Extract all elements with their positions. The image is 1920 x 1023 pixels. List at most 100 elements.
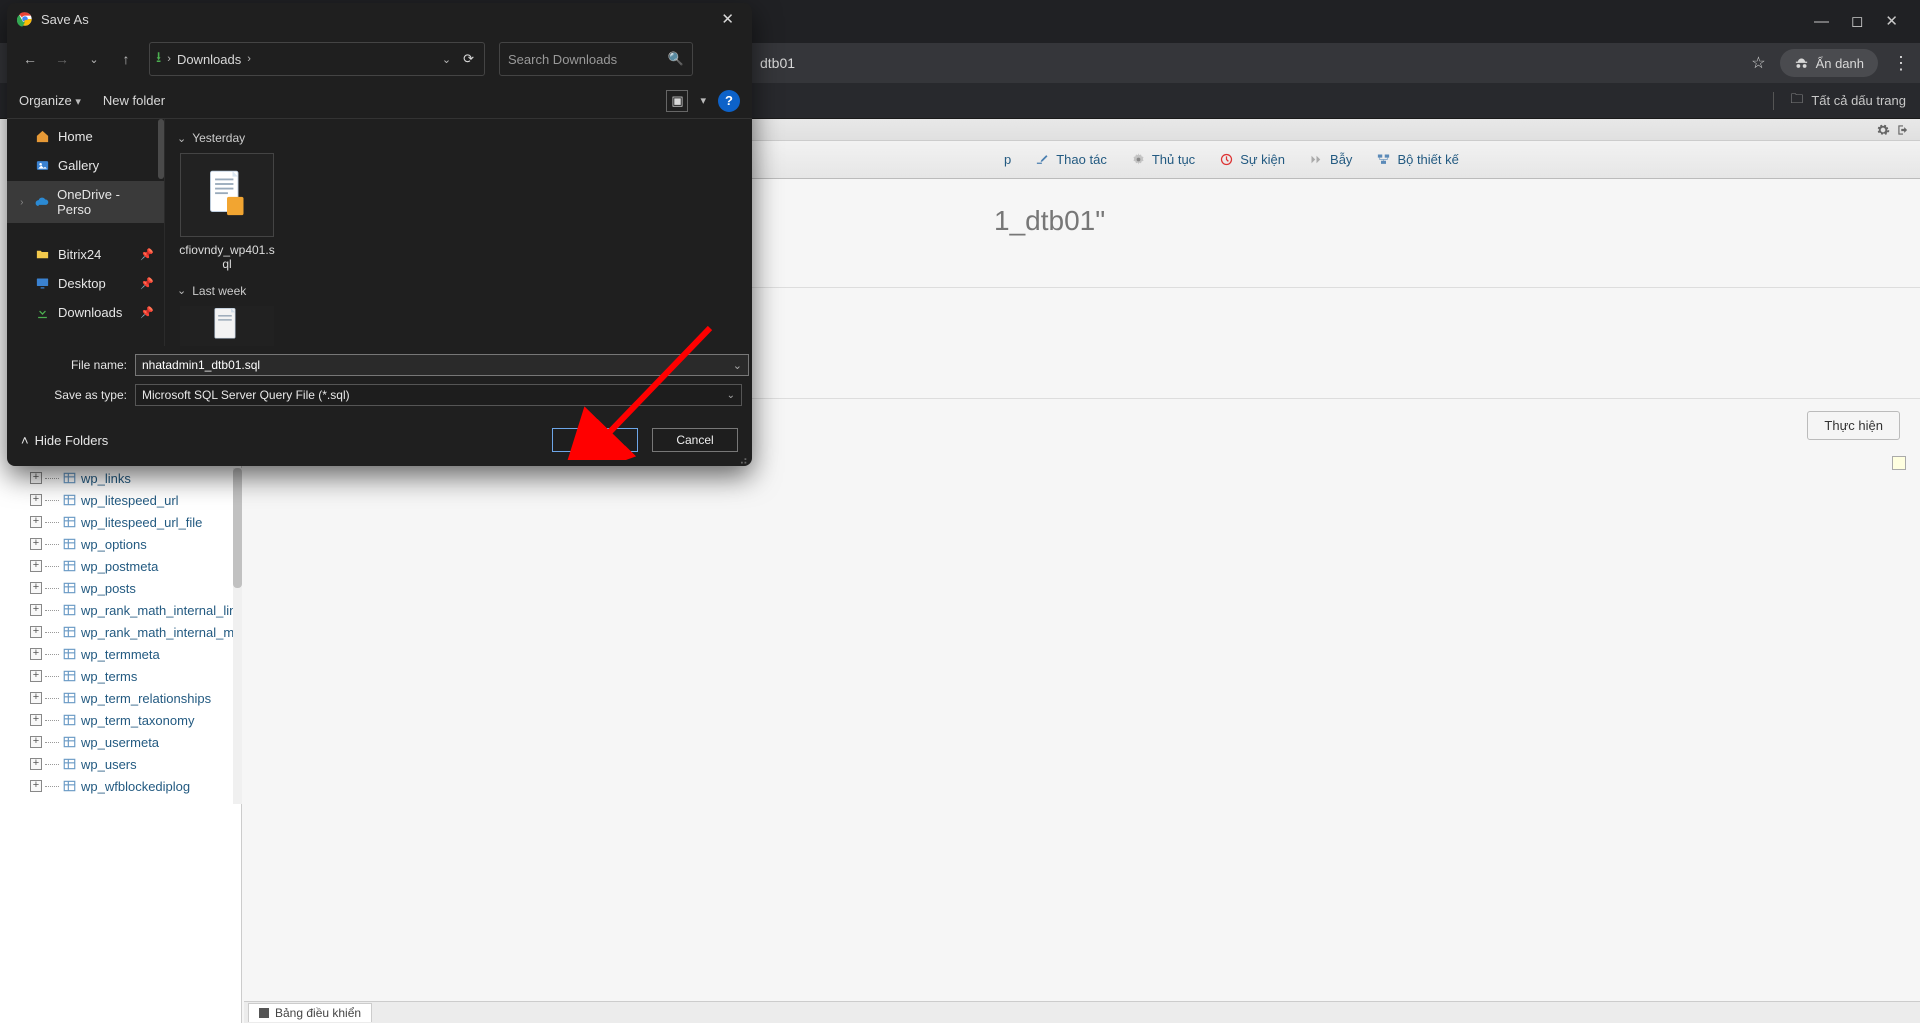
window-minimize-button[interactable]: — (1814, 14, 1829, 29)
expand-icon[interactable]: + (30, 626, 42, 638)
dialog-close-button[interactable]: ✕ (713, 6, 742, 32)
table-icon (62, 757, 77, 771)
sidebar-scroll-thumb[interactable] (158, 119, 164, 179)
db-tree[interactable]: + wp_links +wp_litespeed_url+wp_litespeed_… (0, 465, 241, 1023)
sidebar-scrollbar[interactable] (233, 468, 242, 804)
tab-su-kien[interactable]: Sự kiện (1209, 146, 1295, 173)
dialog-search-box[interactable]: Search Downloads 🔍 (499, 42, 693, 76)
table-name: wp_links (81, 471, 131, 486)
tab-partial[interactable]: p (994, 146, 1021, 173)
table-node[interactable]: + wp_links (4, 467, 241, 489)
nav-forward-button[interactable]: → (49, 51, 75, 67)
table-node[interactable]: +wp_litespeed_url_file (4, 511, 241, 533)
expand-icon[interactable]: + (30, 472, 42, 484)
table-node[interactable]: +wp_postmeta (4, 555, 241, 577)
window-maximize-button[interactable]: ◻ (1851, 14, 1863, 29)
table-icon (62, 647, 77, 661)
help-button[interactable]: ? (718, 90, 740, 112)
tab-thu-tuc[interactable]: Thủ tục (1121, 146, 1205, 173)
side-desktop[interactable]: Desktop 📌 (7, 270, 164, 297)
save-button[interactable]: Save (552, 428, 638, 452)
table-node[interactable]: +wp_options (4, 533, 241, 555)
breadcrumb-path[interactable]: ⭳ › Downloads › ⌄ ⟳ (149, 42, 485, 76)
expand-icon[interactable]: + (30, 692, 42, 704)
tab-bay[interactable]: Bẫy (1299, 146, 1362, 173)
expand-icon[interactable]: + (30, 538, 42, 550)
expand-icon[interactable]: + (30, 758, 42, 770)
expand-icon[interactable]: + (30, 604, 42, 616)
tab-thao-tac[interactable]: Thao tác (1025, 146, 1117, 173)
table-node[interactable]: +wp_termmeta (4, 643, 241, 665)
side-onedrive[interactable]: › OneDrive - Perso (7, 181, 164, 223)
refresh-button[interactable]: ⟳ (463, 51, 474, 67)
table-node[interactable]: +wp_posts (4, 577, 241, 599)
new-folder-button[interactable]: New folder (103, 93, 165, 108)
console-tab[interactable]: Bảng điều khiển (248, 1003, 372, 1022)
side-home[interactable]: Home (7, 123, 164, 150)
savetype-dropdown[interactable]: Microsoft SQL Server Query File (*.sql) … (135, 384, 742, 406)
bookmark-star-icon[interactable]: ☆ (1751, 53, 1765, 73)
table-node[interactable]: +wp_rank_math_internal_lin (4, 599, 241, 621)
table-icon (62, 603, 77, 617)
hide-folders-toggle[interactable]: ˄ Hide Folders (21, 433, 108, 448)
tab-bo-thiet-ke[interactable]: Bộ thiết kế (1366, 146, 1468, 173)
dialog-file-area[interactable]: ⌄ Yesterday cfiovndy_wp401.sql ⌄ Last we… (165, 119, 752, 346)
expand-icon[interactable]: + (30, 670, 42, 682)
expand-icon[interactable]: + (30, 560, 42, 572)
chevron-down-icon[interactable]: ▾ (700, 94, 706, 107)
browser-menu-button[interactable]: ⋮ (1892, 54, 1910, 72)
savetype-value: Microsoft SQL Server Query File (*.sql) (142, 388, 350, 402)
table-node[interactable]: +wp_term_taxonomy (4, 709, 241, 731)
table-node[interactable]: +wp_wfblockediplog (4, 775, 241, 797)
expand-icon[interactable]: + (30, 582, 42, 594)
table-icon (62, 713, 77, 727)
dialog-title: Save As (41, 12, 89, 27)
chevron-down-icon[interactable]: ⌄ (442, 53, 451, 66)
chrome-icon (17, 11, 33, 27)
incognito-icon (1794, 56, 1809, 71)
table-node[interactable]: +wp_usermeta (4, 731, 241, 753)
expand-icon[interactable]: + (30, 736, 42, 748)
expand-icon[interactable]: + (30, 494, 42, 506)
table-node[interactable]: +wp_users (4, 753, 241, 775)
table-node[interactable]: +wp_term_relationships (4, 687, 241, 709)
chevron-up-icon: ˄ (21, 433, 29, 448)
cancel-button[interactable]: Cancel (652, 428, 738, 452)
incognito-badge[interactable]: Ẩn danh (1780, 49, 1878, 77)
chevron-right-icon: › (167, 53, 171, 65)
gallery-icon (35, 158, 50, 173)
group-lastweek[interactable]: ⌄ Last week (177, 284, 742, 298)
table-icon (62, 779, 77, 793)
pin-icon: 📌 (140, 277, 154, 290)
nav-back-button[interactable]: ← (17, 51, 43, 67)
chevron-down-icon[interactable]: ⌄ (733, 359, 742, 372)
collapse-toggle[interactable] (1892, 456, 1906, 470)
side-bitrix[interactable]: Bitrix24 📌 (7, 241, 164, 268)
expand-icon[interactable]: + (30, 648, 42, 660)
bookmarks-all-link[interactable]: Tất cả dấu trang (1811, 93, 1906, 108)
table-node[interactable]: +wp_terms (4, 665, 241, 687)
expand-icon[interactable]: + (30, 714, 42, 726)
path-segment[interactable]: Downloads (177, 52, 241, 67)
nav-recent-dropdown[interactable]: ⌄ (81, 53, 107, 66)
expand-icon[interactable]: + (30, 516, 42, 528)
table-node[interactable]: +wp_litespeed_url (4, 489, 241, 511)
file-thumbnail (180, 306, 274, 346)
file-item[interactable] (177, 306, 277, 346)
side-gallery[interactable]: Gallery (7, 152, 164, 179)
filename-input[interactable] (135, 354, 749, 376)
side-downloads[interactable]: Downloads 📌 (7, 299, 164, 326)
nav-up-button[interactable]: ↑ (113, 51, 139, 67)
organize-menu[interactable]: Organize ▾ (19, 93, 81, 108)
group-yesterday[interactable]: ⌄ Yesterday (177, 131, 742, 145)
window-close-button[interactable]: ✕ (1885, 14, 1898, 29)
console-label: Bảng điều khiển (275, 1006, 361, 1020)
exit-icon[interactable] (1896, 123, 1910, 137)
table-node[interactable]: +wp_rank_math_internal_m (4, 621, 241, 643)
file-item[interactable]: cfiovndy_wp401.sql (177, 153, 277, 272)
pin-icon: 📌 (140, 248, 154, 261)
execute-button[interactable]: Thực hiện (1807, 411, 1900, 440)
gear-icon[interactable] (1876, 123, 1890, 137)
expand-icon[interactable]: + (30, 780, 42, 792)
view-mode-button[interactable]: ▣ (666, 90, 688, 112)
